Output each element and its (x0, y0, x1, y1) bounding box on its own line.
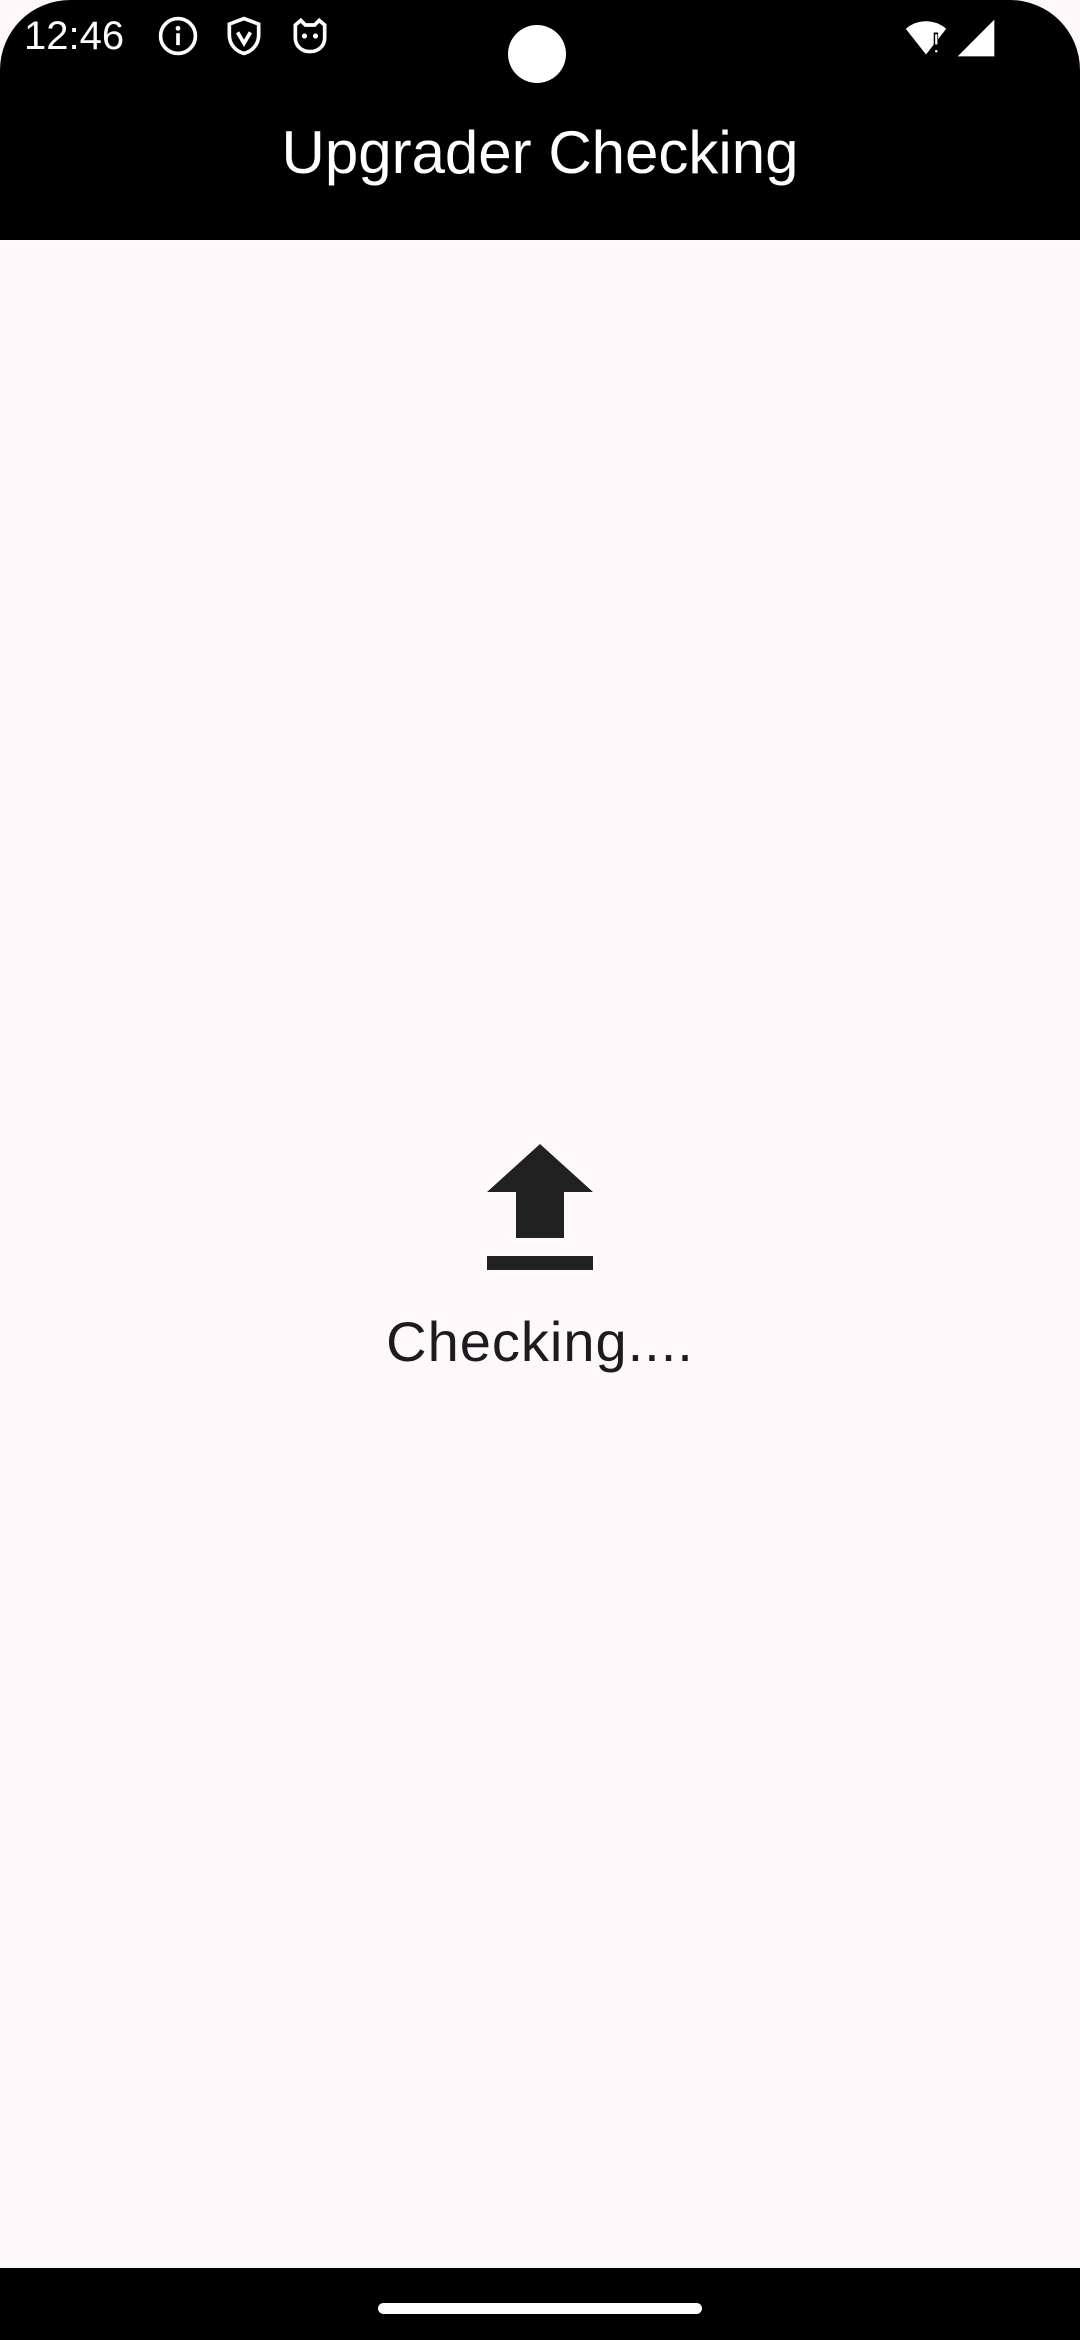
wifi-alert-icon (904, 16, 948, 60)
notification-icons (156, 14, 332, 58)
signal-icon (954, 16, 998, 60)
upload-icon (487, 1144, 593, 1270)
checking-status: Checking.... (0, 1140, 1080, 1378)
app-header: 12:46 Upgrader Checking (0, 0, 1080, 240)
screen: 12:46 Upgrader Checking Checking.... (0, 0, 1080, 2340)
system-status-icons (904, 16, 998, 60)
page-title: Upgrader Checking (281, 119, 799, 186)
info-icon (156, 14, 200, 58)
status-time: 12:46 (24, 14, 125, 58)
status-bar: 12:46 (0, 0, 1080, 83)
checking-label: Checking.... (386, 1310, 694, 1373)
cat-face-icon (288, 14, 332, 58)
shield-icon (222, 14, 266, 58)
camera-cutout (508, 25, 566, 83)
home-gesture-bar[interactable] (378, 2303, 702, 2314)
